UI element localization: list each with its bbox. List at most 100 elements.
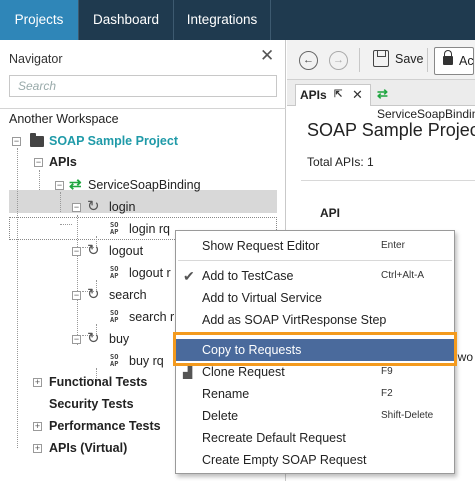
toolbar: ← → Save Ac <box>287 40 475 80</box>
request-label: login rq <box>129 222 170 236</box>
document-tabs: APIs ⇱ ✕ ⇄ ServiceSoapBinding <box>287 80 475 122</box>
soap-badge-bottom: AP <box>110 316 119 324</box>
menu-item-delete[interactable]: Delete Shift-Delete <box>176 405 454 427</box>
operation-icon: ↻ <box>87 286 100 303</box>
top-tab-bar: Projects Dashboard Integrations <box>0 0 475 40</box>
collapse-icon[interactable]: − <box>72 335 81 344</box>
navigator-title: Navigator <box>9 52 63 66</box>
tab-integrations[interactable]: Integrations <box>174 0 271 40</box>
tree-item-binding[interactable]: − ⇄ ServiceSoapBinding <box>55 174 275 196</box>
close-icon[interactable]: ✕ <box>352 85 363 105</box>
menu-item-shortcut: Shift-Delete <box>381 410 434 421</box>
apis-virtual-label: APIs (Virtual) <box>49 441 128 455</box>
api-column-header: API <box>320 206 341 220</box>
lock-button[interactable]: Ac <box>434 47 474 75</box>
collapse-icon[interactable]: − <box>55 181 64 190</box>
tree-line <box>60 224 72 225</box>
operation-label: search <box>109 288 147 302</box>
save-button[interactable]: Save <box>395 52 424 66</box>
tab-projects[interactable]: Projects <box>0 0 79 40</box>
expand-icon[interactable]: + <box>33 444 42 453</box>
expand-icon[interactable]: + <box>33 378 42 387</box>
request-label: buy rq <box>129 354 164 368</box>
collapse-icon[interactable]: − <box>72 203 81 212</box>
tree-item-project[interactable]: − SOAP Sample Project <box>12 130 272 152</box>
project-label: SOAP Sample Project <box>49 134 178 148</box>
back-button[interactable]: ← <box>299 51 318 70</box>
operation-icon: ↻ <box>87 198 100 215</box>
collapse-icon[interactable]: − <box>34 158 43 167</box>
operation-label: login <box>109 200 136 214</box>
binding-icon: ⇄ <box>69 176 82 193</box>
menu-item-recreate-default-request[interactable]: Recreate Default Request <box>176 427 454 449</box>
tab-binding-label: ServiceSoapBinding <box>377 107 475 121</box>
expand-icon[interactable]: + <box>33 422 42 431</box>
menu-item-label: Recreate Default Request <box>202 431 346 445</box>
tree-line <box>39 170 40 190</box>
menu-item-add-to-testcase[interactable]: ✔ Add to TestCase Ctrl+Alt-A <box>176 265 454 287</box>
forward-button[interactable]: → <box>329 51 348 70</box>
soap-badge-bottom: AP <box>110 228 119 236</box>
operation-icon: ↻ <box>87 242 100 259</box>
operation-icon: ↻ <box>87 330 100 347</box>
tab-binding[interactable]: ⇄ ServiceSoapBinding <box>373 84 475 122</box>
menu-divider <box>178 260 452 261</box>
menu-item-label: Rename <box>202 387 250 401</box>
menu-item-show-request-editor[interactable]: Show Request Editor Enter <box>176 235 454 257</box>
menu-item-add-as-soap-virtresponse-step[interactable]: Add as SOAP VirtResponse Step <box>176 309 454 331</box>
tab-apis-label: APIs <box>300 88 327 102</box>
soap-request-icon: SO AP <box>110 354 118 368</box>
tree-line <box>77 215 78 345</box>
binding-icon: ⇄ <box>377 86 388 101</box>
soap-badge-bottom: AP <box>110 360 119 368</box>
operation-label: logout <box>109 244 144 258</box>
menu-item-label: Add to TestCase <box>202 269 294 283</box>
tab-dashboard[interactable]: Dashboard <box>79 0 174 40</box>
tab-apis[interactable]: APIs ⇱ ✕ <box>295 84 371 106</box>
collapse-icon[interactable]: − <box>12 137 21 146</box>
menu-item-label: Create Empty SOAP Request <box>202 453 367 467</box>
apis-label: APIs <box>49 155 77 169</box>
total-apis-text: Total APIs: 1 <box>307 155 374 169</box>
menu-item-label: Show Request Editor <box>202 239 320 253</box>
menu-item-create-empty-soap-request[interactable]: Create Empty SOAP Request <box>176 449 454 471</box>
menu-item-rename[interactable]: Rename F2 <box>176 383 454 405</box>
binding-label: ServiceSoapBinding <box>88 178 201 192</box>
close-icon[interactable]: ✕ <box>260 46 274 66</box>
collapse-icon[interactable]: − <box>72 291 81 300</box>
workspace-label: Another Workspace <box>9 112 119 126</box>
divider <box>301 180 475 181</box>
tree-item-operation[interactable]: − ↻ login <box>72 196 272 218</box>
checkmark-icon: ✔ <box>183 268 195 284</box>
soap-request-icon: SO AP <box>110 310 118 324</box>
collapse-icon[interactable]: − <box>72 247 81 256</box>
menu-item-shortcut: Ctrl+Alt-A <box>381 270 425 281</box>
request-label: logout r <box>129 266 171 280</box>
menu-item-label: Add as SOAP VirtResponse Step <box>202 313 387 327</box>
menu-item-shortcut: Enter <box>381 240 405 251</box>
toolbar-divider <box>359 48 360 72</box>
request-label: search r <box>129 310 175 324</box>
soap-request-icon: SO AP <box>110 222 118 236</box>
operation-label: buy <box>109 332 130 346</box>
menu-item-shortcut: F2 <box>381 388 393 399</box>
folder-icon <box>30 133 44 147</box>
menu-item-label: Add to Virtual Service <box>202 291 322 305</box>
soap-request-icon: SO AP <box>110 266 118 280</box>
search-input[interactable] <box>9 75 277 97</box>
functional-tests-label: Functional Tests <box>49 375 148 389</box>
lock-button-label: Ac <box>459 54 474 68</box>
annotation-highlight-frame <box>173 332 457 366</box>
toolbar-divider <box>427 48 428 72</box>
lock-icon <box>443 50 453 65</box>
tree-item-apis[interactable]: − APIs <box>34 151 274 173</box>
save-icon[interactable] <box>373 50 389 67</box>
soap-badge-bottom: AP <box>110 272 119 280</box>
page-title: SOAP Sample Projec <box>307 120 475 140</box>
performance-tests-label: Performance Tests <box>49 419 161 433</box>
menu-item-add-to-virtual-service[interactable]: Add to Virtual Service <box>176 287 454 309</box>
security-tests-label: Security Tests <box>49 397 134 411</box>
menu-item-label: Delete <box>202 409 239 423</box>
tree-line <box>17 148 18 448</box>
pin-icon[interactable]: ⇱ <box>334 85 342 105</box>
